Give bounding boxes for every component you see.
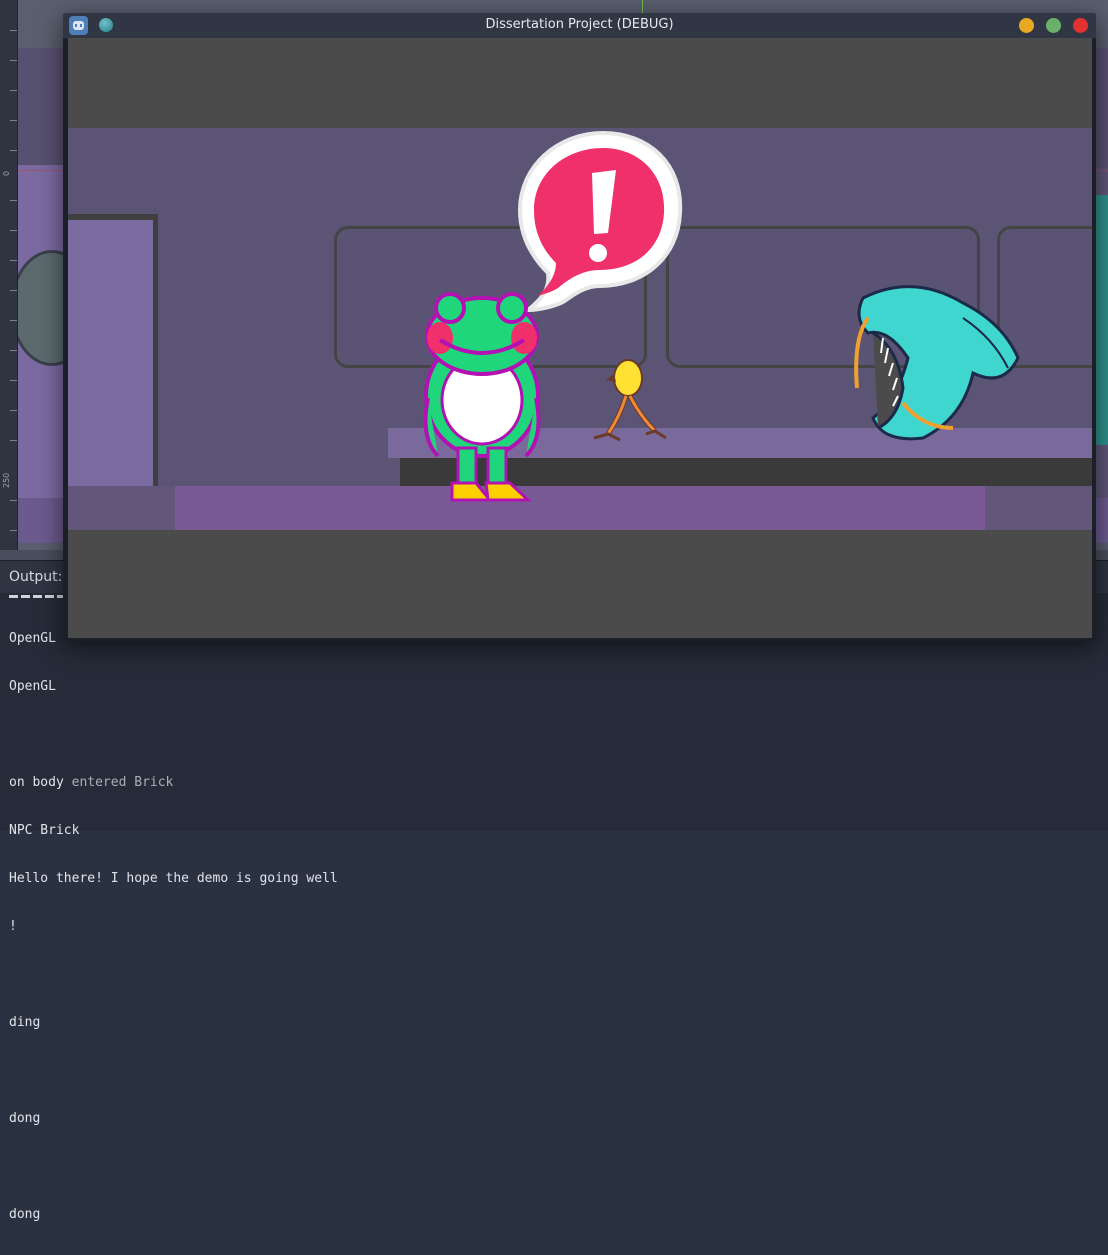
ruler-label-250: 250 [2, 472, 11, 488]
frog-character [423, 292, 541, 502]
train-door [68, 220, 153, 489]
log-line: Hello there! I hope the demo is going we… [9, 871, 338, 886]
window-title: Dissertation Project (DEBUG) [485, 17, 674, 32]
output-title: Output: [9, 569, 63, 585]
game-bottom-area [68, 530, 1092, 638]
maximize-button[interactable] [1046, 18, 1061, 33]
train-floor-carpet [175, 486, 985, 530]
log-text: on body [9, 775, 72, 790]
log-line: dong [9, 1111, 41, 1126]
bird-character [593, 359, 667, 442]
editor-y-axis-line [642, 0, 643, 14]
log-line: NPC Brick [9, 823, 80, 838]
close-button[interactable] [1073, 18, 1088, 33]
log-text-dim: entered Brick [71, 775, 174, 790]
minimize-button[interactable] [1019, 18, 1034, 33]
log-line: OpenGL [9, 679, 56, 694]
ruler-label-0: 0 [2, 170, 11, 176]
game-viewport[interactable] [68, 38, 1092, 638]
log-line: on body entered Brick [9, 775, 338, 791]
vertical-ruler[interactable]: 0 250 [0, 0, 18, 550]
window-titlebar[interactable]: Dissertation Project (DEBUG) [63, 13, 1096, 39]
alert-speech-bubble-icon [517, 130, 683, 313]
log-line: dong [9, 1207, 41, 1222]
monster-character [854, 285, 1020, 441]
log-line: ! [9, 919, 17, 934]
log-line: ding [9, 1015, 41, 1030]
output-log[interactable]: OpenGL OpenGL on body entered Brick NPC … [9, 599, 338, 1255]
game-window[interactable]: Dissertation Project (DEBUG) [63, 13, 1096, 641]
